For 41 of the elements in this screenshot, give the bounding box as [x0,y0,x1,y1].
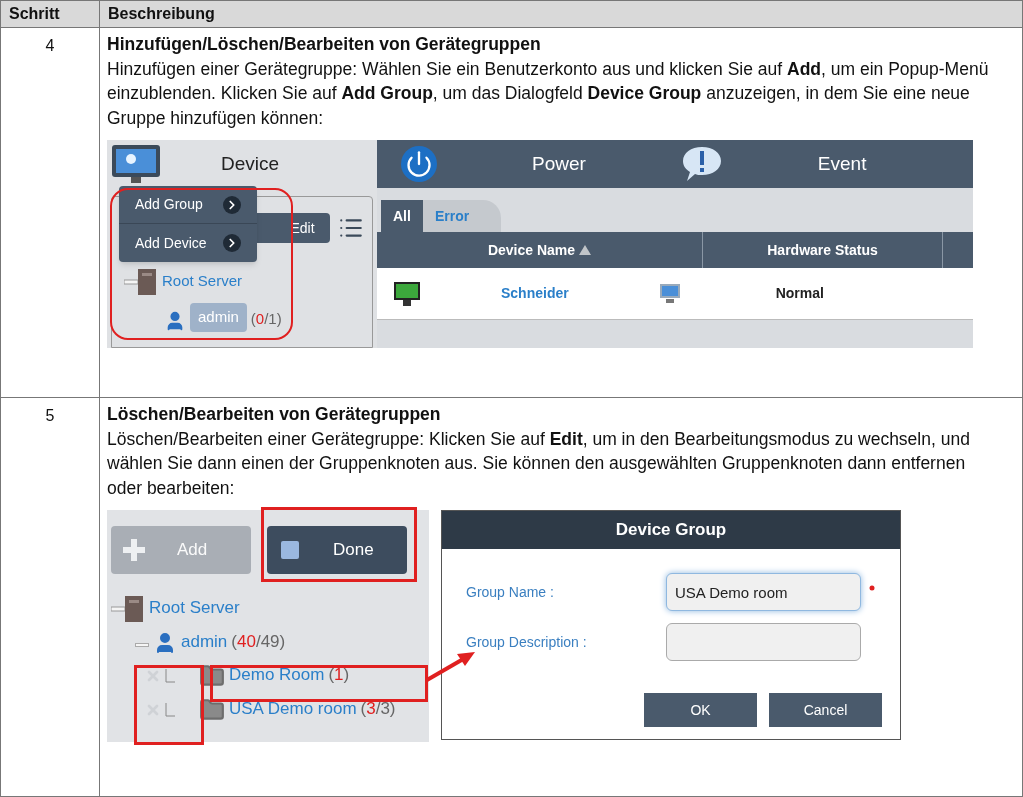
step-description: Löschen/Bearbeiten einer Gerätegruppe: Klicken Sie auf Edit, um in den Bearbeitungsmodus zu wechseln, und wählen Sie dann einen der Gruppenknoten aus. Sie können den ausgewählten Gruppenknoten dann entfernen oder bearbeiten: [107,427,971,500]
nav-tab[interactable]: Power [532,151,586,177]
sort-icon [579,245,592,255]
field-label: Group Description : [466,632,588,652]
server-icon [124,267,158,295]
step-number: 4 [45,36,55,56]
item-count: (0/1) [250,309,282,329]
tab[interactable]: All [381,200,423,232]
chevron-icon [223,234,241,252]
monitor-icon [393,280,421,307]
collapse-icon[interactable] [135,642,149,647]
power-icon [401,146,437,182]
speech-bubble-icon [680,145,723,183]
chevron-icon [223,195,241,214]
toolbar-button[interactable]: Done [267,526,407,574]
column-header: Beschreibung [107,4,216,24]
column-header: Schritt [1,1,100,27]
hardware-status: Normal [775,284,824,304]
field-label: Group Name : [466,582,555,602]
item-count: (3/3) [360,698,396,721]
device-name[interactable]: Schneider [501,281,569,306]
monitor-icon [111,144,161,184]
tree-connector [165,668,175,683]
tree-connector [165,702,175,717]
dialog-button[interactable]: Cancel [769,693,882,727]
input-field[interactable] [666,623,861,661]
menu-item[interactable]: Add Group [119,186,257,224]
nav-tab[interactable]: Event [817,151,867,177]
display-icon [658,282,681,305]
step-title: Hinzufügen/Löschen/Bearbeiten von Gerätegruppen [107,33,542,56]
step-number: 5 [45,406,55,426]
input-field[interactable]: USA Demo room [666,573,861,611]
plus-icon [123,539,145,561]
dialog-button[interactable]: OK [644,693,757,727]
step-description: Hinzufügen einer Gerätegruppe: Wählen Sie ein Benutzerkonto aus und klicken Sie auf Add, um ein Popup-Menü einzublenden. Klicken Sie auf Add Group, um das Dialogfeld Device Group anzuzeigen, in dem Sie eine neue Gruppe hinzufügen können: [107,57,990,130]
item-count: (1) [328,664,350,687]
nav-tab[interactable]: Device [221,151,280,177]
dialog-title: Device Group [442,511,900,549]
step-title: Löschen/Bearbeiten von Gerätegruppen [107,403,442,426]
item-count: (40/49) [231,631,286,653]
server-icon [111,594,145,622]
